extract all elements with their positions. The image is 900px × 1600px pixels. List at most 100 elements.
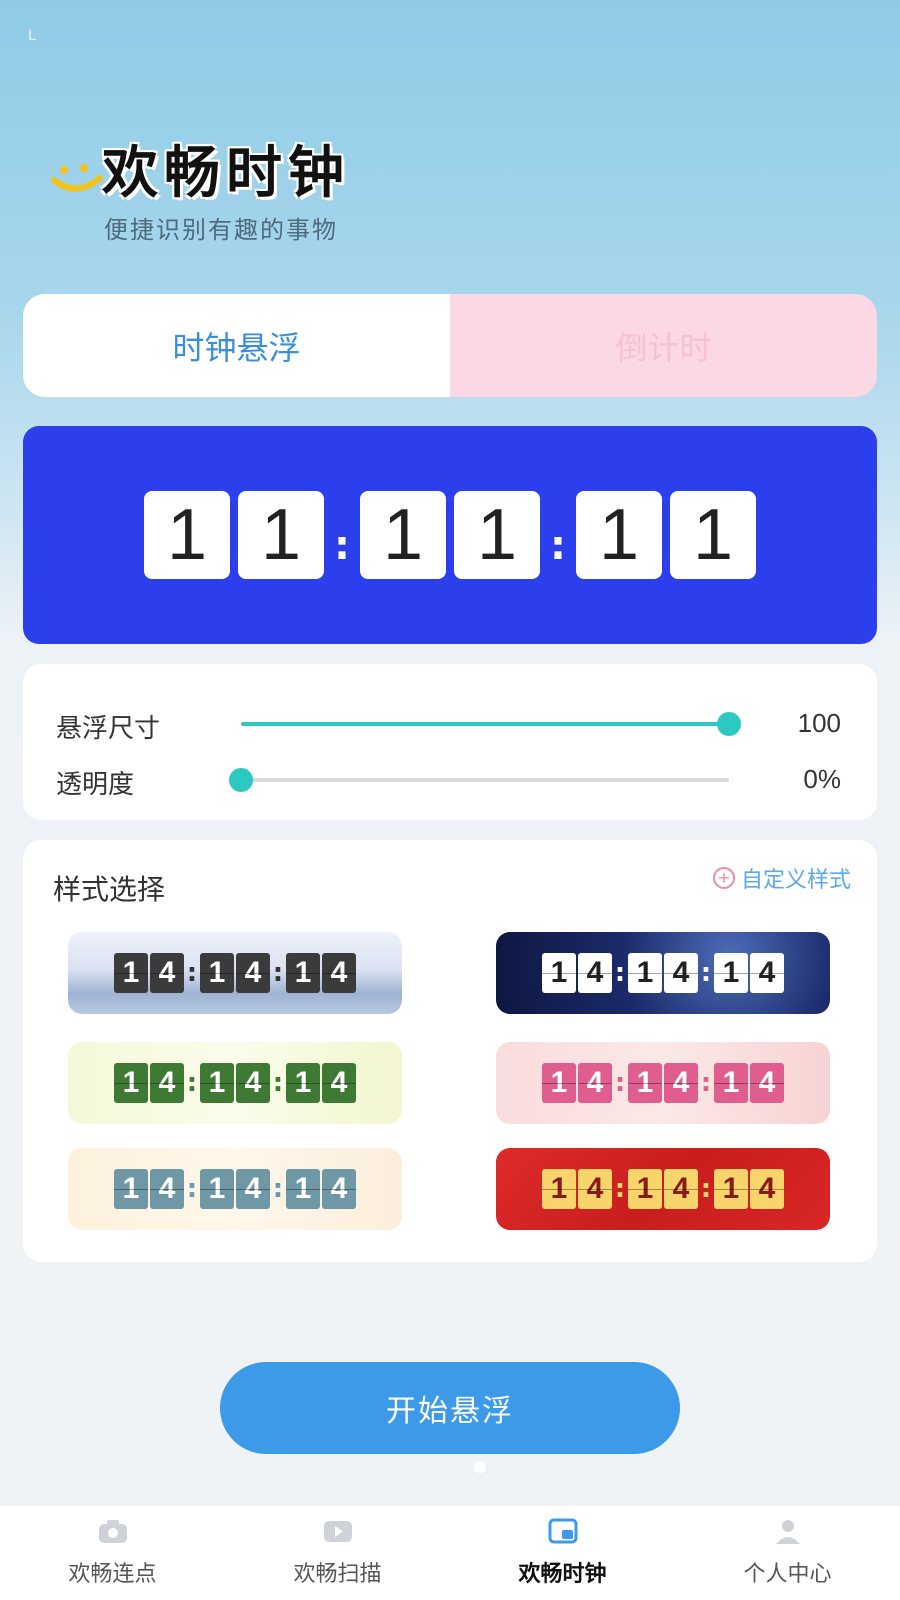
style-digit: 4 bbox=[664, 953, 698, 993]
style-separator: : bbox=[272, 958, 284, 988]
style-digit: 1 bbox=[542, 1169, 576, 1209]
opacity-label: 透明度 bbox=[56, 770, 135, 800]
clock-digit: 1 bbox=[576, 491, 662, 579]
style-digit: 1 bbox=[286, 953, 320, 993]
style-option-misty-mountains[interactable]: 14:14:14 bbox=[68, 932, 402, 1014]
style-digit: 1 bbox=[286, 1169, 320, 1209]
style-selection-card: 样式选择 + 自定义样式 14:14:14 14:14:14 14:14:14 … bbox=[23, 840, 877, 1262]
clock-separator: : bbox=[334, 523, 350, 569]
style-digit: 1 bbox=[714, 953, 748, 993]
style-option-cream-teal[interactable]: 14:14:14 bbox=[68, 1148, 402, 1230]
style-digit: 1 bbox=[714, 1169, 748, 1209]
nav-item-clicker[interactable]: 欢畅连点 bbox=[0, 1506, 225, 1600]
style-option-red-gold[interactable]: 14:14:14 bbox=[496, 1148, 830, 1230]
style-digit: 4 bbox=[236, 1063, 270, 1103]
size-value: 100 bbox=[797, 708, 841, 738]
clock-digit: 1 bbox=[360, 491, 446, 579]
clock-digit: 1 bbox=[238, 491, 324, 579]
camera-icon bbox=[98, 1520, 127, 1543]
style-digit: 4 bbox=[150, 953, 184, 993]
style-separator: : bbox=[272, 1174, 284, 1204]
opacity-slider[interactable] bbox=[229, 768, 729, 792]
style-digit: 4 bbox=[236, 1169, 270, 1209]
size-slider-thumb[interactable] bbox=[717, 712, 741, 736]
nav-label: 欢畅连点 bbox=[68, 1562, 157, 1587]
style-digit: 1 bbox=[114, 1063, 148, 1103]
clock-preview: 1 1 : 1 1 : 1 1 bbox=[23, 426, 877, 644]
style-digit: 4 bbox=[236, 953, 270, 993]
style-separator: : bbox=[700, 1068, 712, 1098]
style-separator: : bbox=[614, 1068, 626, 1098]
style-digit: 4 bbox=[322, 953, 356, 993]
style-digit: 1 bbox=[286, 1063, 320, 1103]
app-header: 欢畅时钟 便捷识别有趣的事物 bbox=[50, 128, 450, 248]
size-slider[interactable] bbox=[241, 712, 741, 736]
tab-countdown[interactable]: 倒计时 bbox=[450, 294, 877, 397]
style-digit: 4 bbox=[664, 1063, 698, 1103]
person-icon bbox=[775, 1520, 800, 1544]
style-digit: 1 bbox=[542, 1063, 576, 1103]
opacity-setting: 透明度 0% bbox=[23, 760, 877, 800]
custom-style-link[interactable]: + 自定义样式 bbox=[712, 862, 851, 894]
style-digit: 1 bbox=[200, 1063, 234, 1103]
tab-clock-float[interactable]: 时钟悬浮 bbox=[23, 294, 450, 397]
style-digit: 4 bbox=[578, 953, 612, 993]
size-label: 悬浮尺寸 bbox=[56, 714, 161, 744]
opacity-slider-thumb[interactable] bbox=[229, 768, 253, 792]
style-digit: 4 bbox=[578, 1169, 612, 1209]
mode-tabs: 时钟悬浮 倒计时 bbox=[23, 294, 877, 397]
style-digit: 4 bbox=[322, 1063, 356, 1103]
smile-icon bbox=[51, 164, 103, 192]
style-separator: : bbox=[186, 1174, 198, 1204]
style-separator: : bbox=[186, 958, 198, 988]
style-option-lime-green[interactable]: 14:14:14 bbox=[68, 1042, 402, 1124]
video-icon bbox=[323, 1521, 352, 1542]
style-digit: 4 bbox=[322, 1169, 356, 1209]
style-digit: 4 bbox=[664, 1169, 698, 1209]
start-float-button[interactable]: 开始悬浮 bbox=[220, 1362, 680, 1454]
size-slider-fill bbox=[241, 722, 729, 726]
nav-item-clock[interactable]: 欢畅时钟 bbox=[450, 1506, 675, 1600]
style-separator: : bbox=[614, 958, 626, 988]
style-digit: 4 bbox=[150, 1063, 184, 1103]
style-digit: 1 bbox=[628, 1063, 662, 1103]
style-separator: : bbox=[700, 1174, 712, 1204]
app-title: 欢畅时钟 bbox=[102, 141, 350, 206]
size-setting: 悬浮尺寸 100 bbox=[23, 704, 877, 744]
opacity-value: 0% bbox=[803, 764, 841, 794]
style-option-pink[interactable]: 14:14:14 bbox=[496, 1042, 830, 1124]
style-digit: 1 bbox=[542, 953, 576, 993]
clock-digit: 1 bbox=[144, 491, 230, 579]
style-digit: 4 bbox=[750, 1063, 784, 1103]
bottom-nav: 欢畅连点 欢畅扫描 欢畅时钟 个人中心 bbox=[0, 1506, 900, 1600]
clock-digit: 1 bbox=[454, 491, 540, 579]
page-indicator-dot bbox=[474, 1461, 486, 1473]
floating-window-icon bbox=[548, 1518, 577, 1544]
nav-label: 个人中心 bbox=[743, 1562, 832, 1587]
style-digit: 4 bbox=[578, 1063, 612, 1103]
style-digit: 1 bbox=[628, 1169, 662, 1209]
clock-separator: : bbox=[550, 523, 566, 569]
status-corner-mark: L bbox=[28, 28, 36, 44]
style-digit: 1 bbox=[200, 1169, 234, 1209]
style-digit: 4 bbox=[150, 1169, 184, 1209]
style-digit: 1 bbox=[114, 953, 148, 993]
nav-label: 欢畅扫描 bbox=[293, 1562, 382, 1587]
plus-circle-icon: + bbox=[712, 867, 735, 889]
nav-label: 欢畅时钟 bbox=[518, 1562, 607, 1587]
style-option-starry-night[interactable]: 14:14:14 bbox=[496, 932, 830, 1014]
style-section-title: 样式选择 bbox=[53, 873, 166, 906]
style-digit: 1 bbox=[628, 953, 662, 993]
style-digit: 1 bbox=[714, 1063, 748, 1103]
app-subtitle: 便捷识别有趣的事物 bbox=[104, 216, 338, 244]
nav-item-scan[interactable]: 欢畅扫描 bbox=[225, 1506, 450, 1600]
style-digit: 1 bbox=[114, 1169, 148, 1209]
style-separator: : bbox=[614, 1174, 626, 1204]
custom-style-label: 自定义样式 bbox=[740, 868, 851, 893]
settings-card: 悬浮尺寸 100 透明度 0% bbox=[23, 664, 877, 820]
style-digit: 4 bbox=[750, 953, 784, 993]
style-separator: : bbox=[186, 1068, 198, 1098]
style-digit: 4 bbox=[750, 1169, 784, 1209]
style-separator: : bbox=[700, 958, 712, 988]
nav-item-profile[interactable]: 个人中心 bbox=[675, 1506, 900, 1600]
